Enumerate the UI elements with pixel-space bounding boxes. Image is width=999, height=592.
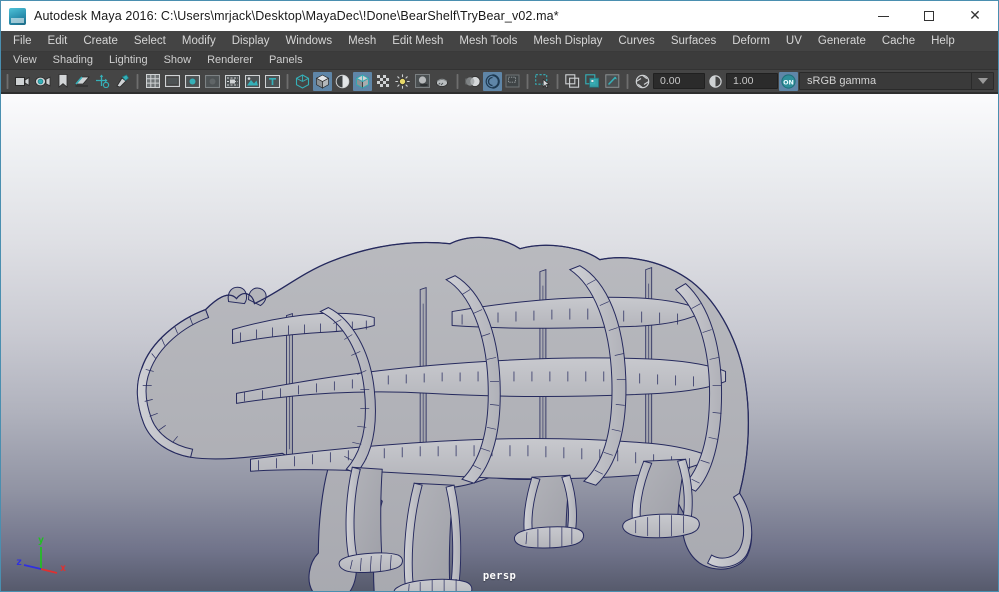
xray-active-components-icon[interactable] — [603, 72, 622, 91]
menu-generate[interactable]: Generate — [810, 33, 874, 50]
film-gate-icon[interactable] — [163, 72, 182, 91]
panel-menu-show[interactable]: Show — [156, 53, 200, 68]
menu-edit[interactable]: Edit — [40, 33, 76, 50]
menu-modify[interactable]: Modify — [174, 33, 224, 50]
svg-text:z: z — [16, 557, 22, 568]
menu-curves[interactable]: Curves — [610, 33, 662, 50]
xray-icon[interactable] — [563, 72, 582, 91]
toolbar-separator — [526, 73, 529, 89]
xray-joints-icon[interactable] — [583, 72, 602, 91]
exposure-value-field[interactable]: 0.00 — [653, 73, 705, 89]
panel-menu-panels[interactable]: Panels — [261, 53, 311, 68]
svg-text:y: y — [38, 535, 44, 546]
panel-menu-shading[interactable]: Shading — [45, 53, 101, 68]
window-title: Autodesk Maya 2016: C:\Users\mrjack\Desk… — [34, 9, 559, 23]
menu-uv[interactable]: UV — [778, 33, 810, 50]
viewport-toolbar: 0.00 1.00 ON sRGB gamma — [1, 70, 998, 93]
menu-create[interactable]: Create — [75, 33, 126, 50]
menu-help[interactable]: Help — [923, 33, 963, 50]
field-chart-icon[interactable] — [223, 72, 242, 91]
main-menu-bar: File Edit Create Select Modify Display W… — [1, 31, 998, 52]
isolate-select-icon[interactable] — [533, 72, 552, 91]
toolbar-separator — [626, 73, 629, 89]
gamma-icon[interactable] — [706, 72, 725, 91]
panel-menu-lighting[interactable]: Lighting — [101, 53, 156, 68]
menu-select[interactable]: Select — [126, 33, 174, 50]
panel-menu-renderer[interactable]: Renderer — [199, 53, 261, 68]
maya-app-icon — [9, 7, 26, 25]
minimize-button[interactable] — [860, 1, 906, 31]
menu-edit-mesh[interactable]: Edit Mesh — [384, 33, 451, 50]
menu-mesh-tools[interactable]: Mesh Tools — [451, 33, 525, 50]
move-manipulator-icon[interactable] — [93, 72, 112, 91]
wireframe-on-shaded-icon[interactable] — [353, 71, 372, 91]
menu-file[interactable]: File — [5, 33, 40, 50]
resolution-gate-icon[interactable] — [183, 72, 202, 91]
menu-cache[interactable]: Cache — [874, 33, 923, 50]
screen-space-ao-icon[interactable] — [433, 72, 452, 91]
svg-text:ON: ON — [783, 78, 794, 86]
safe-action-icon[interactable] — [243, 72, 262, 91]
maya-application-window: Autodesk Maya 2016: C:\Users\mrjack\Desk… — [0, 0, 999, 592]
toolbar-separator — [6, 73, 9, 89]
color-profile-value: sRGB gamma — [807, 75, 877, 87]
smooth-shade-selected-icon[interactable] — [333, 72, 352, 91]
toolbar-separator — [556, 73, 559, 89]
panel-menu-view[interactable]: View — [5, 53, 45, 68]
title-bar: Autodesk Maya 2016: C:\Users\mrjack\Desk… — [1, 1, 998, 31]
on-toggle-icon[interactable]: ON — [779, 71, 798, 91]
paint-brush-icon[interactable] — [113, 72, 132, 91]
perspective-viewport[interactable]: y x z persp — [1, 93, 998, 591]
viewport-panel-menu-bar: View Shading Lighting Show Renderer Pane… — [1, 52, 998, 70]
close-button[interactable]: ✕ — [952, 1, 998, 31]
menu-deform[interactable]: Deform — [724, 33, 778, 50]
book-icon[interactable] — [73, 72, 92, 91]
toolbar-separator — [286, 73, 289, 89]
gamma-value-field[interactable]: 1.00 — [726, 73, 778, 89]
camera-icon[interactable] — [13, 72, 32, 91]
texture-checker-icon[interactable] — [373, 72, 392, 91]
gate-mask-icon[interactable] — [203, 72, 222, 91]
chevron-down-icon[interactable] — [971, 73, 993, 89]
wireframe-icon[interactable] — [293, 72, 312, 91]
menu-surfaces[interactable]: Surfaces — [663, 33, 724, 50]
bear-shelf-model — [136, 236, 753, 591]
camera-name-label: persp — [482, 570, 517, 582]
multisample-aa-icon[interactable] — [483, 71, 502, 91]
use-lights-icon[interactable] — [393, 72, 412, 91]
smooth-shade-all-icon[interactable] — [313, 71, 332, 91]
grid-icon[interactable] — [143, 72, 162, 91]
depth-of-field-icon[interactable] — [503, 72, 522, 91]
menu-windows[interactable]: Windows — [277, 33, 340, 50]
maximize-button[interactable] — [906, 1, 952, 31]
color-profile-dropdown[interactable]: sRGB gamma — [799, 72, 994, 90]
close-icon: ✕ — [969, 8, 981, 24]
bookmark-icon[interactable] — [53, 72, 72, 91]
motion-blur-icon[interactable] — [463, 72, 482, 91]
toolbar-separator — [136, 73, 139, 89]
maximize-icon — [924, 11, 934, 21]
toolbar-separator — [456, 73, 459, 89]
shadows-icon[interactable] — [413, 72, 432, 91]
safe-title-icon[interactable] — [263, 72, 282, 91]
menu-mesh[interactable]: Mesh — [340, 33, 384, 50]
exposure-icon[interactable] — [633, 72, 652, 91]
menu-display[interactable]: Display — [224, 33, 278, 50]
window-controls: ✕ — [860, 1, 998, 31]
camera-settings-icon[interactable] — [33, 72, 52, 91]
menu-mesh-display[interactable]: Mesh Display — [525, 33, 610, 50]
minimize-icon — [877, 15, 889, 17]
